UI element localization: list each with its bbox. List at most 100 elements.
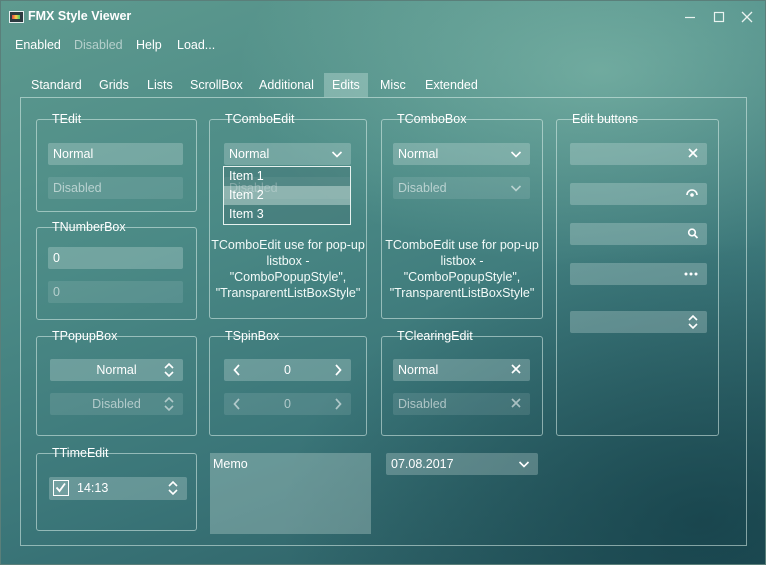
tedit-disabled-input: Disabled bbox=[48, 177, 183, 199]
timeedit-input[interactable]: 14:13 bbox=[49, 477, 187, 500]
comboedit-popup-list: Item 1 Item 2 Item 3 bbox=[223, 166, 351, 225]
list-item[interactable]: Item 1 bbox=[224, 167, 350, 186]
password-button-edit[interactable] bbox=[570, 183, 707, 205]
popupbox-value: Normal bbox=[96, 363, 137, 377]
tedit-normal-input[interactable]: Normal bbox=[48, 143, 183, 165]
group-tclearingedit: TClearingEdit bbox=[381, 329, 543, 436]
numberbox-disabled-input: 0 bbox=[48, 281, 183, 303]
app-window: FMX Style Viewer Enabled Disabled Help L… bbox=[0, 0, 766, 565]
popupbox-disabled: Disabled bbox=[50, 393, 183, 415]
numberbox-normal-input[interactable]: 0 bbox=[48, 247, 183, 269]
comboedit-note: TComboEdit use for pop-up listbox - "Com… bbox=[209, 237, 367, 301]
comboedit-note-line: listbox - bbox=[266, 254, 310, 268]
close-icon bbox=[510, 393, 522, 415]
tab-grids[interactable]: Grids bbox=[91, 73, 137, 97]
close-button[interactable] bbox=[736, 7, 758, 27]
window-title: FMX Style Viewer bbox=[28, 9, 132, 23]
eye-icon[interactable] bbox=[685, 183, 699, 205]
memo-textarea[interactable]: Memo bbox=[210, 453, 371, 534]
tab-edits[interactable]: Edits bbox=[324, 73, 368, 97]
tab-misc[interactable]: Misc bbox=[372, 73, 414, 97]
group-title-tcomboedit: TComboEdit bbox=[225, 112, 295, 126]
spinbox-disabled-value: 0 bbox=[284, 397, 291, 411]
spinbox-normal[interactable]: 0 bbox=[224, 359, 351, 381]
tab-standard[interactable]: Standard bbox=[23, 73, 90, 97]
search-icon[interactable] bbox=[687, 223, 699, 245]
chevron-down-icon bbox=[510, 143, 522, 165]
group-title-tedit: TEdit bbox=[52, 112, 82, 126]
combobox-note: TComboEdit use for pop-up listbox - "Com… bbox=[381, 237, 543, 301]
maximize-icon bbox=[713, 11, 725, 23]
clearingedit-disabled: Disabled bbox=[393, 393, 530, 415]
combobox-value: Normal bbox=[398, 147, 439, 161]
chevron-left-icon[interactable] bbox=[232, 359, 242, 381]
minimize-button[interactable] bbox=[679, 7, 701, 27]
comboedit-note-line: "ComboPopupStyle", bbox=[229, 270, 347, 284]
up-down-icon bbox=[163, 393, 175, 415]
group-title-tpopupbox: TPopupBox bbox=[52, 329, 118, 343]
group-tspinbox: TSpinBox bbox=[209, 329, 367, 436]
combobox-disabled-value: Disabled bbox=[398, 181, 447, 195]
popupbox-disabled-value: Disabled bbox=[92, 397, 141, 411]
tab-extended[interactable]: Extended bbox=[417, 73, 486, 97]
close-icon bbox=[741, 11, 753, 23]
combobox-note-line: listbox - bbox=[440, 254, 484, 268]
tab-additional[interactable]: Additional bbox=[251, 73, 322, 97]
group-title-tclearingedit: TClearingEdit bbox=[397, 329, 473, 343]
group-title-edit-buttons: Edit buttons bbox=[572, 112, 639, 126]
ellipsis-button-edit[interactable] bbox=[570, 263, 707, 285]
comboedit-note-line: "TransparentListBoxStyle" bbox=[215, 286, 361, 300]
checkmark-icon bbox=[55, 482, 66, 493]
up-down-icon[interactable] bbox=[687, 311, 699, 333]
list-item[interactable]: Item 3 bbox=[224, 205, 350, 224]
group-tnumberbox: TNumberBox bbox=[36, 220, 197, 320]
popupbox-normal[interactable]: Normal bbox=[50, 359, 183, 381]
combobox-note-line: "TransparentListBoxStyle" bbox=[389, 286, 535, 300]
tab-scrollbox[interactable]: ScrollBox bbox=[182, 73, 251, 97]
comboedit-note-line: TComboEdit use for pop-up bbox=[211, 238, 365, 252]
combobox-note-line: TComboEdit use for pop-up bbox=[385, 238, 539, 252]
date-edit[interactable]: 07.08.2017 bbox=[386, 453, 538, 475]
menu-disabled[interactable]: Disabled bbox=[74, 38, 123, 52]
chevron-left-icon bbox=[232, 393, 242, 415]
list-item-selected[interactable]: Item 2 bbox=[224, 186, 350, 205]
chevron-right-icon[interactable] bbox=[333, 359, 343, 381]
close-icon[interactable] bbox=[510, 359, 522, 381]
group-title-tnumberbox: TNumberBox bbox=[52, 220, 126, 234]
chevron-down-icon[interactable] bbox=[331, 143, 343, 165]
group-tpopupbox: TPopupBox bbox=[36, 329, 197, 436]
combobox-note-line: "ComboPopupStyle", bbox=[403, 270, 521, 284]
menu-enabled[interactable]: Enabled bbox=[15, 38, 61, 52]
group-title-tspinbox: TSpinBox bbox=[225, 329, 280, 343]
clear-button-edit[interactable] bbox=[570, 143, 707, 165]
timeedit-value: 14:13 bbox=[77, 481, 109, 495]
chevron-down-icon bbox=[510, 177, 522, 199]
up-down-icon bbox=[163, 359, 175, 381]
spinbox-value: 0 bbox=[284, 363, 291, 377]
group-title-ttimeedit: TTimeEdit bbox=[52, 446, 109, 460]
chevron-down-icon[interactable] bbox=[518, 453, 530, 475]
maximize-button[interactable] bbox=[708, 7, 730, 27]
clearingedit-value: Normal bbox=[398, 363, 439, 377]
minimize-icon bbox=[685, 16, 695, 19]
spin-button-edit[interactable] bbox=[570, 311, 707, 333]
menu-load[interactable]: Load... bbox=[177, 38, 215, 52]
close-icon[interactable] bbox=[687, 143, 699, 165]
combobox-normal[interactable]: Normal bbox=[393, 143, 530, 165]
search-button-edit[interactable] bbox=[570, 223, 707, 245]
clearingedit-normal[interactable]: Normal bbox=[393, 359, 530, 381]
group-title-tcombobox: TComboBox bbox=[397, 112, 467, 126]
spinbox-disabled: 0 bbox=[224, 393, 351, 415]
timeedit-checkbox[interactable] bbox=[53, 480, 69, 496]
up-down-icon[interactable] bbox=[167, 477, 179, 499]
clearingedit-disabled-value: Disabled bbox=[398, 397, 447, 411]
date-value: 07.08.2017 bbox=[391, 457, 454, 471]
comboedit-value: Normal bbox=[229, 147, 270, 161]
menu-help[interactable]: Help bbox=[136, 38, 162, 52]
tab-lists[interactable]: Lists bbox=[139, 73, 181, 97]
combobox-disabled: Disabled bbox=[393, 177, 530, 199]
chevron-right-icon bbox=[333, 393, 343, 415]
app-icon bbox=[9, 11, 24, 23]
comboedit-normal-input[interactable]: Normal bbox=[224, 143, 351, 165]
ellipsis-icon[interactable] bbox=[683, 263, 699, 285]
